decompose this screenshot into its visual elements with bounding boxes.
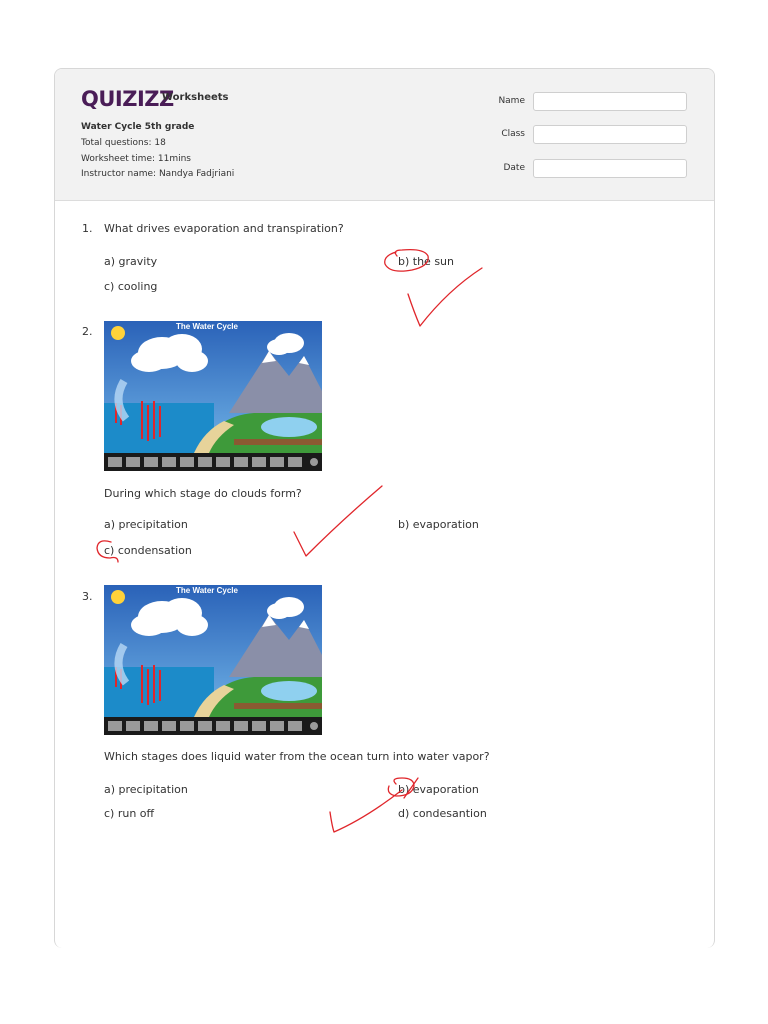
date-label: Date xyxy=(503,163,525,173)
question-2-option-c[interactable]: c) condensation xyxy=(104,544,192,557)
product-label: Worksheets xyxy=(162,92,229,103)
question-3-number: 3. xyxy=(82,590,93,603)
question-2-option-b[interactable]: b) evaporation xyxy=(398,518,479,531)
question-2-text: During which stage do clouds form? xyxy=(104,487,302,500)
worksheet-title: Water Cycle 5th grade xyxy=(81,122,195,132)
class-label: Class xyxy=(501,129,525,139)
question-3-text: Which stages does liquid water from the … xyxy=(104,750,490,763)
question-2-number: 2. xyxy=(82,325,93,338)
worksheet-header: QUIZIZZ Worksheets Water Cycle 5th grade… xyxy=(55,69,714,201)
total-questions: Total questions: 18 xyxy=(81,138,166,148)
question-1-option-c[interactable]: c) cooling xyxy=(104,280,157,293)
question-3-option-a[interactable]: a) precipitation xyxy=(104,783,188,796)
question-1-option-b[interactable]: b) the sun xyxy=(398,255,454,268)
name-label: Name xyxy=(498,96,525,106)
question-1-number: 1. xyxy=(82,222,93,235)
image-title: The Water Cycle xyxy=(176,322,238,331)
date-field[interactable] xyxy=(533,159,687,178)
question-2-option-a[interactable]: a) precipitation xyxy=(104,518,188,531)
name-field[interactable] xyxy=(533,92,687,111)
question-3-option-d[interactable]: d) condesantion xyxy=(398,807,487,820)
question-1-option-a[interactable]: a) gravity xyxy=(104,255,157,268)
question-3-option-c[interactable]: c) run off xyxy=(104,807,154,820)
quizizz-logo: QUIZIZZ xyxy=(81,87,174,111)
worksheet-time: Worksheet time: 11mins xyxy=(81,154,191,164)
instructor-name: Instructor name: Nandya Fadjriani xyxy=(81,169,235,179)
water-cycle-image-q2: The Water Cycle xyxy=(104,321,322,471)
question-3-option-b[interactable]: b) evaporation xyxy=(398,783,479,796)
question-1-text: What drives evaporation and transpiratio… xyxy=(104,222,344,235)
image-title: The Water Cycle xyxy=(176,586,238,595)
class-field[interactable] xyxy=(533,125,687,144)
water-cycle-image-q3: The Water Cycle xyxy=(104,585,322,735)
